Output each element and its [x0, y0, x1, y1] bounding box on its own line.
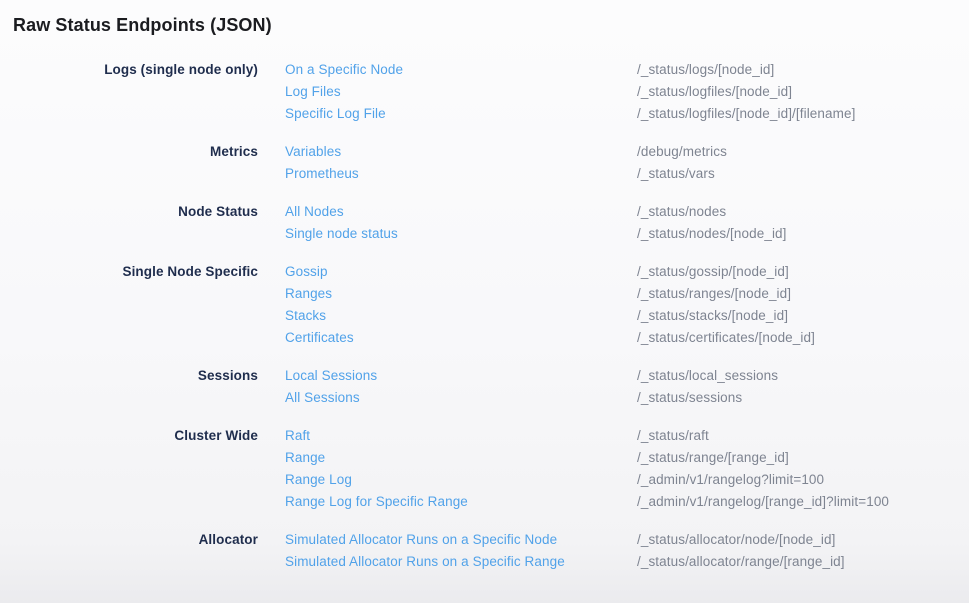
- section-label: Single Node Specific: [13, 261, 258, 283]
- endpoint-section: Sessions Local Sessions /_status/local_s…: [13, 365, 953, 409]
- endpoint-link[interactable]: Specific Log File: [285, 103, 637, 125]
- endpoint-row: Range Log for Specific Range /_admin/v1/…: [285, 491, 889, 513]
- endpoint-row: All Sessions /_status/sessions: [285, 387, 778, 409]
- section-rows: All Nodes /_status/nodes Single node sta…: [285, 201, 787, 245]
- endpoint-link[interactable]: Range: [285, 447, 637, 469]
- section-label: Node Status: [13, 201, 258, 223]
- endpoint-row: Certificates /_status/certificates/[node…: [285, 327, 815, 349]
- endpoint-row: Simulated Allocator Runs on a Specific R…: [285, 551, 845, 573]
- endpoint-link[interactable]: Certificates: [285, 327, 637, 349]
- endpoint-row: Stacks /_status/stacks/[node_id]: [285, 305, 815, 327]
- section-label: Logs (single node only): [13, 59, 258, 81]
- endpoint-link[interactable]: Simulated Allocator Runs on a Specific R…: [285, 551, 637, 573]
- endpoint-link[interactable]: Range Log for Specific Range: [285, 491, 637, 513]
- section-rows: Variables /debug/metrics Prometheus /_st…: [285, 141, 727, 185]
- endpoint-link[interactable]: Range Log: [285, 469, 637, 491]
- endpoint-path: /_status/stacks/[node_id]: [637, 305, 788, 327]
- endpoint-section: Single Node Specific Gossip /_status/gos…: [13, 261, 953, 349]
- endpoint-link[interactable]: Simulated Allocator Runs on a Specific N…: [285, 529, 637, 551]
- debug-endpoints-page: Raw Status Endpoints (JSON) Logs (single…: [0, 0, 969, 573]
- endpoint-row: Range /_status/range/[range_id]: [285, 447, 889, 469]
- endpoint-link[interactable]: Single node status: [285, 223, 637, 245]
- endpoint-row: On a Specific Node /_status/logs/[node_i…: [285, 59, 855, 81]
- endpoint-row: All Nodes /_status/nodes: [285, 201, 787, 223]
- endpoint-row: Range Log /_admin/v1/rangelog?limit=100: [285, 469, 889, 491]
- endpoint-path: /_status/allocator/node/[node_id]: [637, 529, 835, 551]
- endpoints-table: Logs (single node only) On a Specific No…: [13, 59, 953, 573]
- endpoint-path: /_status/local_sessions: [637, 365, 778, 387]
- endpoint-path: /_admin/v1/rangelog/[range_id]?limit=100: [637, 491, 889, 513]
- endpoint-path: /_status/gossip/[node_id]: [637, 261, 789, 283]
- endpoint-path: /_status/nodes: [637, 201, 726, 223]
- endpoint-path: /_status/raft: [637, 425, 709, 447]
- endpoint-row: Variables /debug/metrics: [285, 141, 727, 163]
- endpoint-path: /_status/logfiles/[node_id]: [637, 81, 792, 103]
- endpoint-path: /_status/nodes/[node_id]: [637, 223, 787, 245]
- section-label: Cluster Wide: [13, 425, 258, 447]
- endpoint-row: Local Sessions /_status/local_sessions: [285, 365, 778, 387]
- endpoint-path: /_admin/v1/rangelog?limit=100: [637, 469, 824, 491]
- endpoint-row: Log Files /_status/logfiles/[node_id]: [285, 81, 855, 103]
- endpoint-path: /_status/range/[range_id]: [637, 447, 789, 469]
- endpoint-section: Node Status All Nodes /_status/nodes Sin…: [13, 201, 953, 245]
- endpoint-row: Single node status /_status/nodes/[node_…: [285, 223, 787, 245]
- endpoint-link[interactable]: Stacks: [285, 305, 637, 327]
- section-label: Metrics: [13, 141, 258, 163]
- endpoint-path: /_status/ranges/[node_id]: [637, 283, 791, 305]
- section-rows: Simulated Allocator Runs on a Specific N…: [285, 529, 845, 573]
- endpoint-path: /_status/sessions: [637, 387, 742, 409]
- endpoint-link[interactable]: Ranges: [285, 283, 637, 305]
- section-rows: Local Sessions /_status/local_sessions A…: [285, 365, 778, 409]
- endpoint-section: Metrics Variables /debug/metrics Prometh…: [13, 141, 953, 185]
- endpoint-link[interactable]: On a Specific Node: [285, 59, 637, 81]
- endpoint-row: Gossip /_status/gossip/[node_id]: [285, 261, 815, 283]
- section-rows: Gossip /_status/gossip/[node_id] Ranges …: [285, 261, 815, 349]
- endpoint-path: /_status/vars: [637, 163, 715, 185]
- endpoint-link[interactable]: Raft: [285, 425, 637, 447]
- endpoint-path: /_status/logfiles/[node_id]/[filename]: [637, 103, 855, 125]
- endpoint-link[interactable]: Log Files: [285, 81, 637, 103]
- endpoint-path: /_status/certificates/[node_id]: [637, 327, 815, 349]
- endpoint-row: Prometheus /_status/vars: [285, 163, 727, 185]
- section-label: Allocator: [13, 529, 258, 551]
- endpoint-section: Logs (single node only) On a Specific No…: [13, 59, 953, 125]
- section-rows: On a Specific Node /_status/logs/[node_i…: [285, 59, 855, 125]
- endpoint-path: /debug/metrics: [637, 141, 727, 163]
- endpoint-path: /_status/allocator/range/[range_id]: [637, 551, 845, 573]
- endpoint-link[interactable]: Local Sessions: [285, 365, 637, 387]
- endpoint-section: Allocator Simulated Allocator Runs on a …: [13, 529, 953, 573]
- endpoint-link[interactable]: All Sessions: [285, 387, 637, 409]
- endpoint-link[interactable]: Gossip: [285, 261, 637, 283]
- endpoint-link[interactable]: Prometheus: [285, 163, 637, 185]
- endpoint-link[interactable]: Variables: [285, 141, 637, 163]
- section-rows: Raft /_status/raft Range /_status/range/…: [285, 425, 889, 513]
- endpoint-row: Specific Log File /_status/logfiles/[nod…: [285, 103, 855, 125]
- section-label: Sessions: [13, 365, 258, 387]
- endpoint-row: Raft /_status/raft: [285, 425, 889, 447]
- endpoint-row: Ranges /_status/ranges/[node_id]: [285, 283, 815, 305]
- endpoint-link[interactable]: All Nodes: [285, 201, 637, 223]
- endpoint-row: Simulated Allocator Runs on a Specific N…: [285, 529, 845, 551]
- page-title: Raw Status Endpoints (JSON): [13, 14, 953, 36]
- endpoint-section: Cluster Wide Raft /_status/raft Range /_…: [13, 425, 953, 513]
- endpoint-path: /_status/logs/[node_id]: [637, 59, 774, 81]
